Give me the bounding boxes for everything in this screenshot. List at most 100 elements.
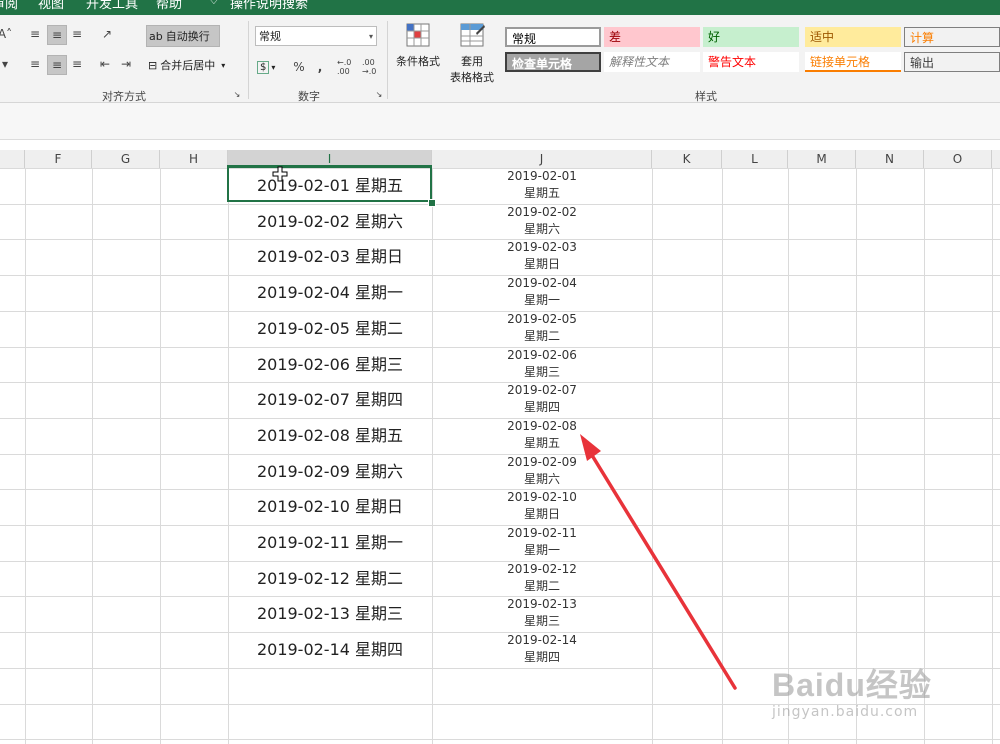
column-header-m[interactable]: M — [788, 150, 856, 168]
cell-j-date: 2019-02-11 — [507, 526, 577, 540]
cell-i[interactable]: 2019-02-06 星期三 — [228, 347, 432, 382]
cell-j[interactable]: 2019-02-07 星期四 — [432, 382, 652, 417]
column-header-h[interactable]: H — [160, 150, 228, 168]
watermark-url: jingyan.baidu.com — [772, 704, 919, 720]
align-center-icon[interactable]: ≡ — [47, 55, 67, 75]
cell-style-0[interactable]: 常规 — [505, 27, 601, 47]
cell-i[interactable]: 2019-02-01 星期五 — [228, 168, 432, 203]
cell-i[interactable]: 2019-02-03 星期日 — [228, 239, 432, 274]
cell-j[interactable]: 2019-02-08 星期五 — [432, 418, 652, 453]
menu-review[interactable]: 审阅 — [0, 0, 18, 12]
column-header-f[interactable]: F — [25, 150, 92, 168]
decrease-indent-icon[interactable]: ⇤ — [96, 55, 114, 73]
cell-j[interactable]: 2019-02-04 星期一 — [432, 275, 652, 310]
number-launcher-icon[interactable]: ↘ — [374, 89, 384, 99]
chevron-down-icon: ▾ — [271, 62, 276, 72]
cell-style-6[interactable]: 解释性文本 — [604, 52, 700, 72]
cell-j[interactable]: 2019-02-13 星期三 — [432, 596, 652, 631]
cell-style-3[interactable]: 适中 — [805, 27, 901, 47]
cell-i[interactable]: 2019-02-08 星期五 — [228, 418, 432, 453]
align-right-icon[interactable]: ≡ — [68, 55, 86, 73]
align-left-icon[interactable]: ≡ — [26, 55, 44, 73]
align-bottom-icon[interactable]: ≡ — [68, 25, 86, 43]
cell-i[interactable]: 2019-02-07 星期四 — [228, 382, 432, 417]
chevron-down-icon: ▾ — [368, 32, 373, 41]
cell-i[interactable]: 2019-02-14 星期四 — [228, 632, 432, 667]
orientation-icon[interactable]: ↗ — [98, 25, 116, 43]
align-middle-icon[interactable]: ≡ — [47, 25, 67, 45]
column-header-o[interactable]: O — [924, 150, 992, 168]
wrap-text-label: 自动换行 — [165, 30, 210, 43]
increase-indent-icon[interactable]: ⇥ — [117, 55, 135, 73]
grid-column-line — [722, 168, 723, 744]
cell-j[interactable]: 2019-02-02 星期六 — [432, 204, 652, 239]
cell-j[interactable]: 2019-02-11 星期一 — [432, 525, 652, 560]
column-header-k[interactable]: K — [652, 150, 722, 168]
cell-j[interactable]: 2019-02-10 星期日 — [432, 489, 652, 524]
merge-center-button[interactable]: ⊟ 合并后居中 ▾ — [148, 55, 225, 75]
number-format-select[interactable]: 常规 ▾ — [255, 26, 377, 46]
column-header-i[interactable]: I — [228, 150, 432, 168]
cell-j-weekday: 星期五 — [523, 435, 560, 450]
menu-developer[interactable]: 开发工具 — [86, 0, 138, 12]
percent-button[interactable]: % — [290, 58, 308, 76]
cell-style-9[interactable]: 输出 — [904, 52, 1000, 72]
cell-i[interactable]: 2019-02-04 星期一 — [228, 275, 432, 310]
cell-j[interactable]: 2019-02-09 星期六 — [432, 454, 652, 489]
tell-me-search[interactable]: 操作说明搜索 — [230, 0, 308, 12]
ribbon-separator — [248, 21, 249, 99]
conditional-format-label: 条件格式 — [396, 55, 440, 68]
cell-i[interactable]: 2019-02-10 星期日 — [228, 489, 432, 524]
table-format-icon — [460, 23, 485, 47]
alignment-launcher-icon[interactable]: ↘ — [232, 89, 242, 99]
cell-j[interactable]: 2019-02-12 星期二 — [432, 561, 652, 596]
increase-decimal-button[interactable]: ←.0 .00 — [337, 58, 361, 76]
cell-j-weekday: 星期日 — [523, 257, 560, 272]
cell-style-4[interactable]: 计算 — [904, 27, 1000, 47]
decrease-decimal-button[interactable]: .00 →.0 — [362, 58, 386, 76]
comma-button[interactable]: , — [311, 58, 329, 76]
conditional-format-button[interactable]: 条件格式 — [393, 21, 443, 81]
currency-button[interactable]: $ ▾ — [257, 57, 275, 77]
cell-j[interactable]: 2019-02-05 星期二 — [432, 311, 652, 346]
font-size-icon[interactable]: A˄ — [0, 25, 14, 43]
cell-j-date: 2019-02-14 — [507, 633, 577, 648]
grid-column-line — [652, 168, 653, 744]
column-header-g[interactable]: G — [92, 150, 160, 168]
font-color-dropdown-icon[interactable]: ▾ — [0, 55, 14, 73]
cell-j[interactable]: 2019-02-14 星期四 — [432, 632, 652, 667]
styles-group-label: 样式 — [695, 90, 717, 103]
grid-column-line — [160, 168, 161, 744]
column-header-j[interactable]: J — [432, 150, 652, 168]
cell-style-1[interactable]: 差 — [604, 27, 700, 47]
align-top-icon[interactable]: ≡ — [26, 25, 44, 43]
fill-handle[interactable] — [428, 199, 436, 207]
cell-j-weekday: 星期四 — [523, 400, 560, 415]
cell-style-5[interactable]: 检查单元格 — [505, 52, 601, 72]
cell-style-8[interactable]: 链接单元格 — [805, 52, 901, 72]
menu-view[interactable]: 视图 — [38, 0, 64, 12]
merge-center-icon: ⊟ — [148, 58, 158, 72]
cell-i[interactable]: 2019-02-11 星期一 — [228, 525, 432, 560]
wrap-text-button[interactable]: ab 自动换行 — [146, 25, 220, 47]
cell-i[interactable]: 2019-02-09 星期六 — [228, 454, 432, 489]
column-header-l[interactable]: L — [722, 150, 788, 168]
column-header-n[interactable]: N — [856, 150, 924, 168]
cell-j[interactable]: 2019-02-03 星期日 — [432, 239, 652, 274]
grid-row-line — [0, 739, 1000, 741]
format-as-table-label-1: 套用 — [461, 55, 483, 68]
cell-j[interactable]: 2019-02-06 星期三 — [432, 347, 652, 382]
cell-i[interactable]: 2019-02-05 星期二 — [228, 311, 432, 346]
number-group-label: 数字 — [298, 90, 320, 103]
worksheet-grid[interactable]: 2019-02-01 星期五 2019-02-01 星期五 2019-02-02 星期… — [0, 168, 1000, 744]
menu-help[interactable]: 帮助 — [156, 0, 182, 12]
cell-i[interactable]: 2019-02-13 星期三 — [228, 596, 432, 631]
format-as-table-button[interactable]: 套用 表格格式 — [446, 21, 498, 87]
cell-j[interactable]: 2019-02-01 星期五 — [432, 168, 652, 203]
cell-style-2[interactable]: 好 — [703, 27, 799, 47]
cell-i[interactable]: 2019-02-12 星期二 — [228, 561, 432, 596]
formula-bar[interactable] — [0, 103, 1000, 140]
cell-style-7[interactable]: 警告文本 — [703, 52, 799, 72]
grid-column-line — [788, 168, 789, 744]
cell-i[interactable]: 2019-02-02 星期六 — [228, 204, 432, 239]
